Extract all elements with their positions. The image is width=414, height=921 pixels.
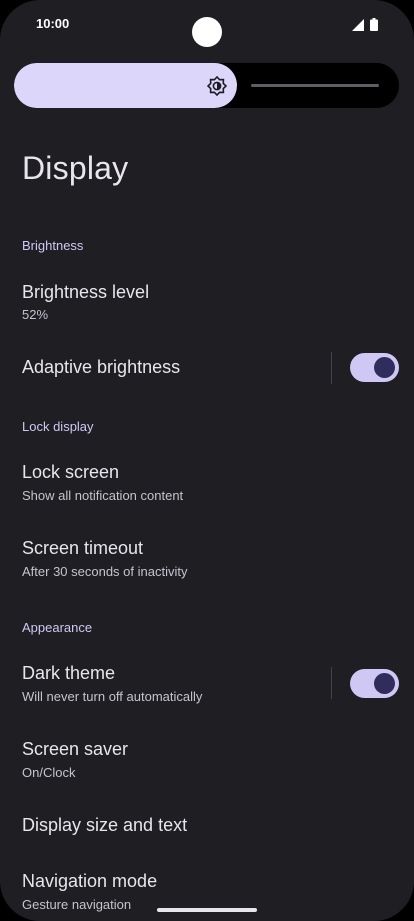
dark-theme-row[interactable]: Dark theme Will never turn off automatic… bbox=[0, 651, 414, 711]
brightness-level-row[interactable]: Brightness level 52% bbox=[0, 270, 414, 330]
row-title: Brightness level bbox=[22, 282, 150, 302]
adaptive-brightness-switch[interactable] bbox=[350, 353, 399, 382]
row-title: Display size and text bbox=[22, 815, 188, 835]
status-time: 10:00 bbox=[36, 16, 70, 31]
row-divider bbox=[331, 667, 332, 699]
dark-theme-switch[interactable] bbox=[350, 669, 399, 698]
camera-cutout bbox=[192, 17, 222, 47]
phone-screen: 10:00 Display Brightness Brightness leve… bbox=[0, 0, 414, 921]
row-title: Lock screen bbox=[22, 462, 120, 482]
row-title: Screen saver bbox=[22, 739, 129, 759]
row-title: Adaptive brightness bbox=[22, 357, 181, 377]
row-subtitle: Will never turn off automatically bbox=[22, 689, 203, 704]
lock-screen-row[interactable]: Lock screen Show all notification conten… bbox=[0, 450, 414, 510]
row-title: Screen timeout bbox=[22, 538, 144, 558]
gesture-nav-handle[interactable] bbox=[157, 908, 257, 912]
switch-thumb bbox=[374, 673, 395, 694]
section-header-brightness: Brightness bbox=[22, 238, 84, 253]
row-title: Navigation mode bbox=[22, 871, 158, 891]
status-icons bbox=[352, 18, 378, 31]
row-subtitle: After 30 seconds of inactivity bbox=[22, 564, 188, 579]
screen-saver-row[interactable]: Screen saver On/Clock bbox=[0, 727, 414, 787]
brightness-icon bbox=[206, 75, 228, 97]
section-header-appearance: Appearance bbox=[22, 620, 93, 635]
section-header-lock-display: Lock display bbox=[22, 419, 94, 434]
battery-icon bbox=[370, 18, 378, 31]
status-bar: 10:00 bbox=[0, 0, 414, 48]
row-title: Dark theme bbox=[22, 663, 116, 683]
brightness-slider-fill bbox=[14, 63, 237, 108]
display-size-row[interactable]: Display size and text bbox=[0, 803, 414, 848]
row-subtitle: Gesture navigation bbox=[22, 897, 132, 912]
page-title: Display bbox=[22, 150, 129, 186]
switch-thumb bbox=[374, 357, 395, 378]
screen-timeout-row[interactable]: Screen timeout After 30 seconds of inact… bbox=[0, 526, 414, 586]
brightness-slider-track bbox=[251, 84, 379, 87]
row-subtitle: On/Clock bbox=[22, 765, 76, 780]
signal-icon bbox=[352, 18, 364, 31]
row-subtitle: 52% bbox=[22, 307, 49, 322]
row-subtitle: Show all notification content bbox=[22, 488, 184, 503]
adaptive-brightness-row[interactable]: Adaptive brightness bbox=[0, 345, 414, 390]
brightness-slider[interactable] bbox=[14, 63, 399, 108]
row-divider bbox=[331, 352, 332, 384]
